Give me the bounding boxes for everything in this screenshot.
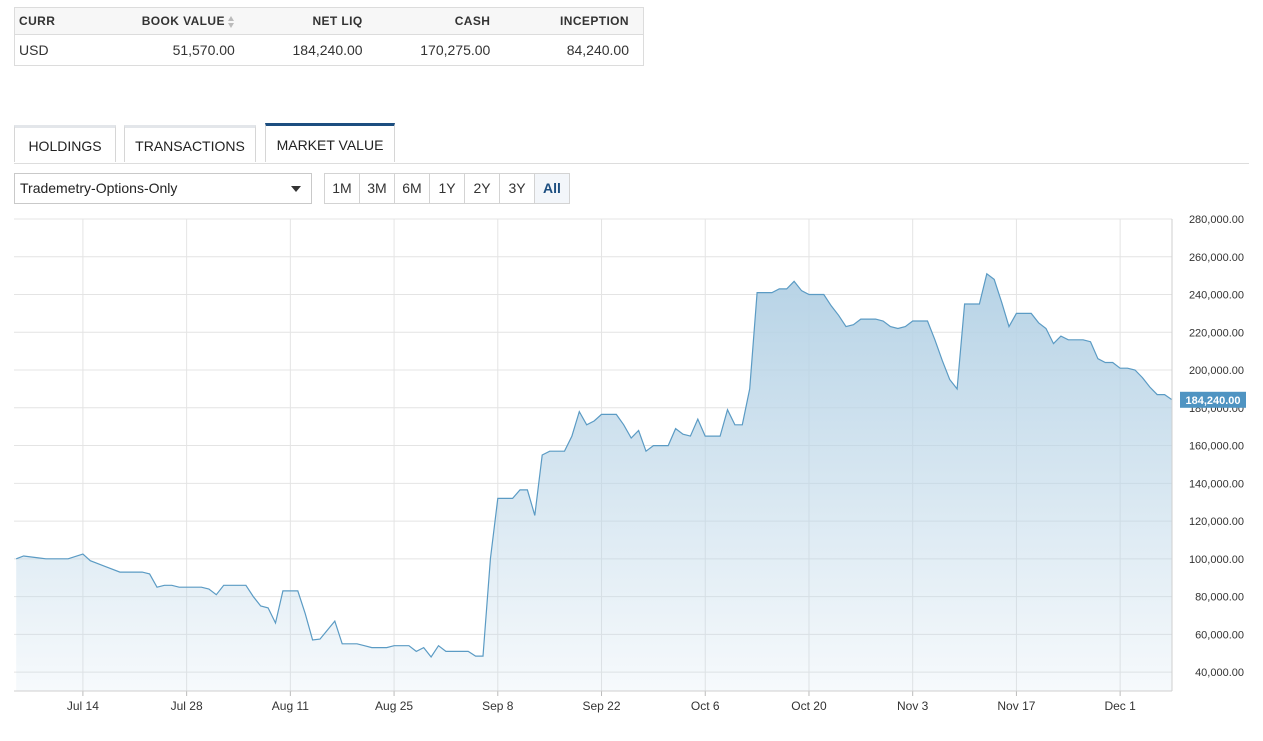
y-tick-label: 200,000.00 — [1189, 365, 1244, 377]
last-value-label: 184,240.00 — [1185, 395, 1240, 407]
chevron-down-icon — [291, 186, 301, 192]
y-tick-label: 220,000.00 — [1189, 327, 1244, 339]
sort-icon[interactable] — [227, 15, 235, 28]
y-tick-label: 40,000.00 — [1195, 667, 1244, 679]
table-row: USD 51,570.00 184,240.00 170,275.00 84,2… — [15, 35, 644, 66]
range-button-1y[interactable]: 1Y — [429, 174, 464, 203]
x-tick-label: Jul 28 — [171, 699, 203, 713]
summary-header-row: CURR BOOK VALUE NET LIQ CASH INCEPTION — [14, 7, 644, 35]
col-header-book-value[interactable]: BOOK VALUE — [110, 7, 249, 35]
cell-net-liq: 184,240.00 — [292, 42, 363, 58]
market-value-chart[interactable]: 40,000.00 60,000.00 80,000.00 100,000.00 120… — [0, 210, 1263, 741]
y-tick-label: 80,000.00 — [1195, 592, 1244, 604]
x-axis: Jul 14 Jul 28 Aug 11 Aug 25 Sep 8 Sep 22 Oct 6… — [14, 690, 1172, 713]
tab-holdings[interactable]: HOLDINGS — [14, 125, 116, 162]
tab-market-value[interactable]: MARKET VALUE — [265, 123, 395, 162]
last-value-layer: 184,240.00 — [1180, 391, 1246, 408]
tab-transactions[interactable]: TRANSACTIONS — [124, 125, 256, 162]
y-tick-label: 140,000.00 — [1189, 478, 1244, 490]
col-header-book-value-label: BOOK VALUE — [141, 14, 225, 28]
y-tick-label: 60,000.00 — [1195, 629, 1244, 641]
x-tick-label: Nov 3 — [897, 699, 929, 713]
col-header-net-liq[interactable]: NET LIQ — [248, 7, 377, 35]
series-area — [16, 273, 1173, 691]
col-header-cash[interactable]: CASH — [376, 7, 505, 35]
x-tick-label: Nov 17 — [997, 699, 1035, 713]
x-tick-label: Aug 25 — [375, 699, 413, 713]
x-tick-label: Sep 8 — [482, 699, 514, 713]
tab-bar: HOLDINGS TRANSACTIONS MARKET VALUE — [14, 123, 1249, 164]
account-summary-table: CURR BOOK VALUE NET LIQ CASH INCEPTION U… — [14, 7, 644, 66]
col-header-curr[interactable]: CURR — [14, 7, 111, 35]
x-tick-label: Aug 11 — [272, 699, 309, 713]
y-tick-label: 240,000.00 — [1189, 290, 1244, 302]
chart-area-layer — [15, 272, 1173, 691]
cell-cash: 170,275.00 — [420, 42, 491, 58]
range-selector: 1M 3M 6M 1Y 2Y 3Y All — [324, 173, 570, 204]
range-button-3m[interactable]: 3M — [359, 174, 394, 203]
col-header-inception[interactable]: INCEPTION — [504, 7, 644, 35]
range-button-6m[interactable]: 6M — [394, 174, 429, 203]
range-button-2y[interactable]: 2Y — [464, 174, 499, 203]
x-tick-label: Sep 22 — [582, 699, 620, 713]
range-button-1m[interactable]: 1M — [325, 174, 359, 203]
x-tick-label: Oct 20 — [791, 699, 827, 713]
y-tick-label: 120,000.00 — [1189, 516, 1244, 528]
cell-inception: 84,240.00 — [566, 42, 629, 58]
y-tick-label: 160,000.00 — [1189, 441, 1244, 453]
y-tick-label: 260,000.00 — [1189, 252, 1244, 264]
account-select[interactable]: Trademetry-Options-Only — [14, 173, 312, 204]
cell-book-value: 51,570.00 — [172, 42, 235, 58]
range-button-all[interactable]: All — [534, 174, 569, 203]
range-button-3y[interactable]: 3Y — [499, 174, 534, 203]
cell-curr: USD — [19, 42, 49, 58]
y-axis: 40,000.00 60,000.00 80,000.00 100,000.00 120… — [1171, 214, 1244, 691]
account-select-value: Trademetry-Options-Only — [20, 180, 178, 196]
y-tick-label: 100,000.00 — [1189, 554, 1244, 566]
x-tick-label: Jul 14 — [67, 699, 99, 713]
x-tick-label: Oct 6 — [691, 699, 720, 713]
x-tick-label: Dec 1 — [1104, 699, 1136, 713]
y-tick-label: 280,000.00 — [1189, 214, 1244, 226]
